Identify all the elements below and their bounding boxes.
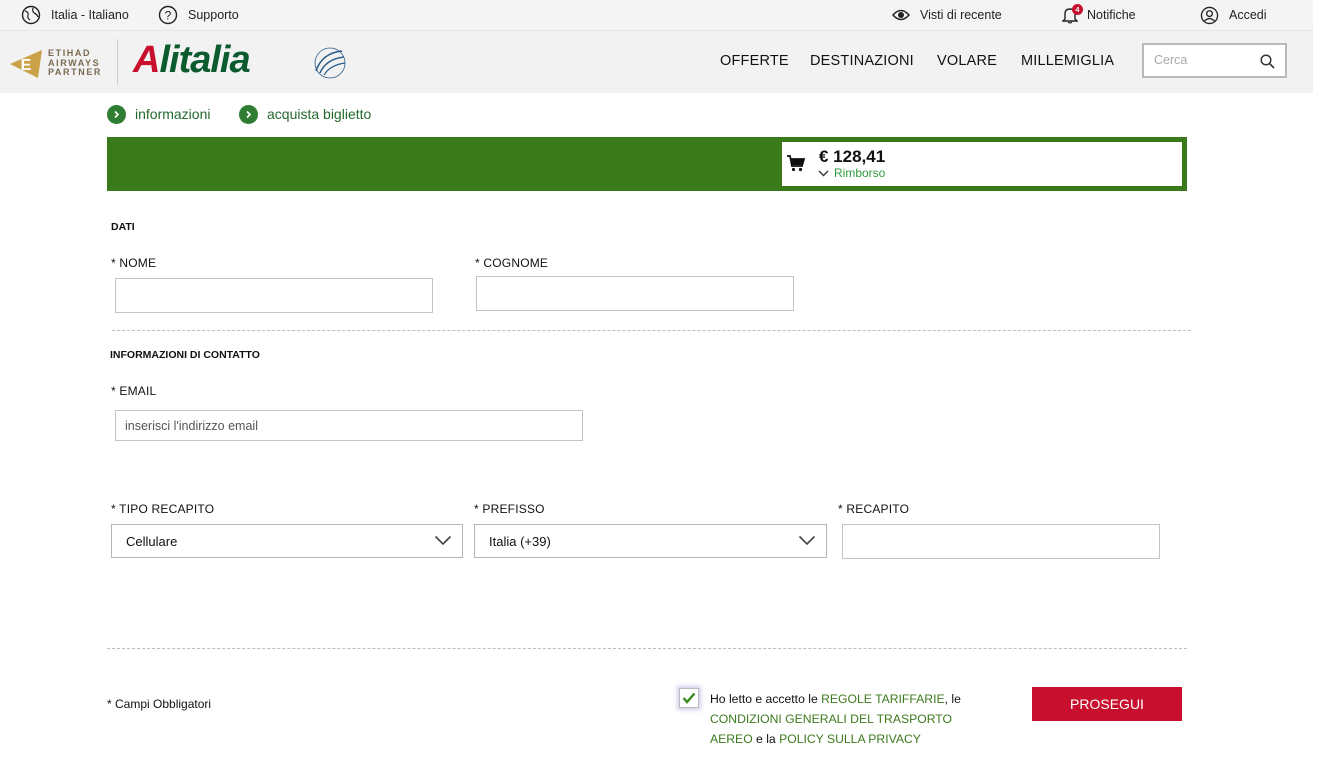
help-icon: ?: [158, 5, 178, 25]
email-label: * EMAIL: [111, 384, 157, 398]
nav-millemiglia[interactable]: MILLEMIGLIA: [1021, 53, 1114, 69]
header-divider: [117, 39, 118, 85]
chevron-right-icon: [107, 104, 126, 124]
email-input[interactable]: [115, 410, 583, 441]
refund-toggle[interactable]: Rimborso: [818, 166, 885, 180]
search-icon[interactable]: [1260, 54, 1275, 69]
prefix-label: * PREFISSO: [474, 502, 545, 516]
section-title-dati: DATI: [111, 221, 135, 233]
consent-separator: , le: [944, 692, 961, 706]
recently-viewed-link[interactable]: Visti di recente: [892, 5, 1002, 25]
nav-destinazioni[interactable]: DESTINAZIONI: [810, 53, 914, 69]
etihad-logo-text: ETIHAD AIRWAYS PARTNER: [48, 48, 103, 77]
site-header: E ETIHAD AIRWAYS PARTNER Alitalia OFFERTE …: [0, 31, 1313, 93]
cart-icon: [787, 155, 806, 172]
language-label: Italia - Italiano: [51, 8, 129, 22]
nav-offerte[interactable]: OFFERTE: [720, 53, 789, 69]
consent-text: Ho letto e accetto le REGOLE TARIFFARIE,…: [710, 689, 980, 749]
chevron-right-icon: [239, 104, 258, 124]
check-icon: [682, 692, 696, 704]
contact-type-value: Cellulare: [126, 533, 178, 549]
utility-bar: Italia - Italiano ? Supporto Visti di re…: [0, 0, 1313, 31]
notifications-link[interactable]: 4 Notifiche: [1061, 4, 1136, 25]
login-label: Accedi: [1229, 8, 1267, 22]
eye-icon: [892, 9, 910, 21]
step-label: informazioni: [135, 106, 211, 122]
notifications-label: Notifiche: [1087, 8, 1136, 22]
chevron-down-icon: [434, 535, 452, 546]
prefix-value: Italia (+39): [489, 533, 551, 549]
section-title-contact: INFORMAZIONI DI CONTATTO: [110, 349, 260, 361]
consent-checkbox[interactable]: [679, 688, 699, 708]
contact-label: * RECAPITO: [838, 502, 910, 516]
etihad-mark-icon: E: [10, 50, 42, 78]
chevron-down-icon: [798, 535, 816, 546]
contact-input[interactable]: [842, 524, 1160, 559]
support-link[interactable]: ? Supporto: [158, 5, 239, 25]
first-name-label: * NOME: [111, 256, 157, 270]
prefix-select[interactable]: Italia (+39): [474, 524, 827, 558]
contact-type-select[interactable]: Cellulare: [111, 524, 463, 558]
continue-button[interactable]: PROSEGUI: [1032, 687, 1182, 721]
globe-icon: [21, 5, 41, 25]
svg-text:?: ?: [165, 9, 172, 23]
search-input[interactable]: [1154, 53, 1254, 67]
section-divider: [112, 330, 1191, 331]
privacy-policy-link[interactable]: POLICY SULLA PRIVACY: [779, 732, 921, 746]
fare-rules-link[interactable]: REGOLE TARIFFARIE: [821, 692, 944, 706]
login-link[interactable]: Accedi: [1200, 5, 1267, 25]
consent-prefix: Ho letto e accetto le: [710, 692, 822, 706]
etihad-partner-logo: E ETIHAD AIRWAYS PARTNER: [8, 43, 108, 83]
step-acquista-biglietto[interactable]: acquista biglietto: [239, 104, 371, 124]
language-selector[interactable]: Italia - Italiano: [21, 5, 129, 25]
cart-price: € 128,41: [819, 147, 886, 166]
first-name-input[interactable]: [115, 278, 433, 313]
notification-badge: 4: [1072, 4, 1083, 15]
support-label: Supporto: [188, 8, 239, 22]
step-informazioni[interactable]: informazioni: [107, 104, 210, 124]
search-box: [1142, 43, 1287, 78]
chevron-down-icon: [818, 170, 829, 176]
consent-separator: e la: [752, 732, 780, 746]
last-name-label: * COGNOME: [475, 256, 549, 270]
cart-summary[interactable]: € 128,41 Rimborso: [782, 142, 1182, 186]
recently-viewed-label: Visti di recente: [920, 8, 1002, 22]
last-name-input[interactable]: [476, 276, 794, 311]
step-label: acquista biglietto: [267, 106, 372, 122]
required-fields-note: * Campi Obbligatori: [107, 697, 212, 711]
nav-volare[interactable]: VOLARE: [937, 53, 997, 69]
contact-type-label: * TIPO RECAPITO: [111, 502, 215, 516]
alitalia-logo[interactable]: Alitalia: [133, 39, 251, 82]
svg-text:E: E: [21, 57, 32, 74]
refund-label: Rimborso: [834, 166, 886, 180]
skyteam-logo: [314, 47, 346, 79]
user-icon: [1200, 6, 1219, 24]
section-divider: [107, 648, 1187, 649]
